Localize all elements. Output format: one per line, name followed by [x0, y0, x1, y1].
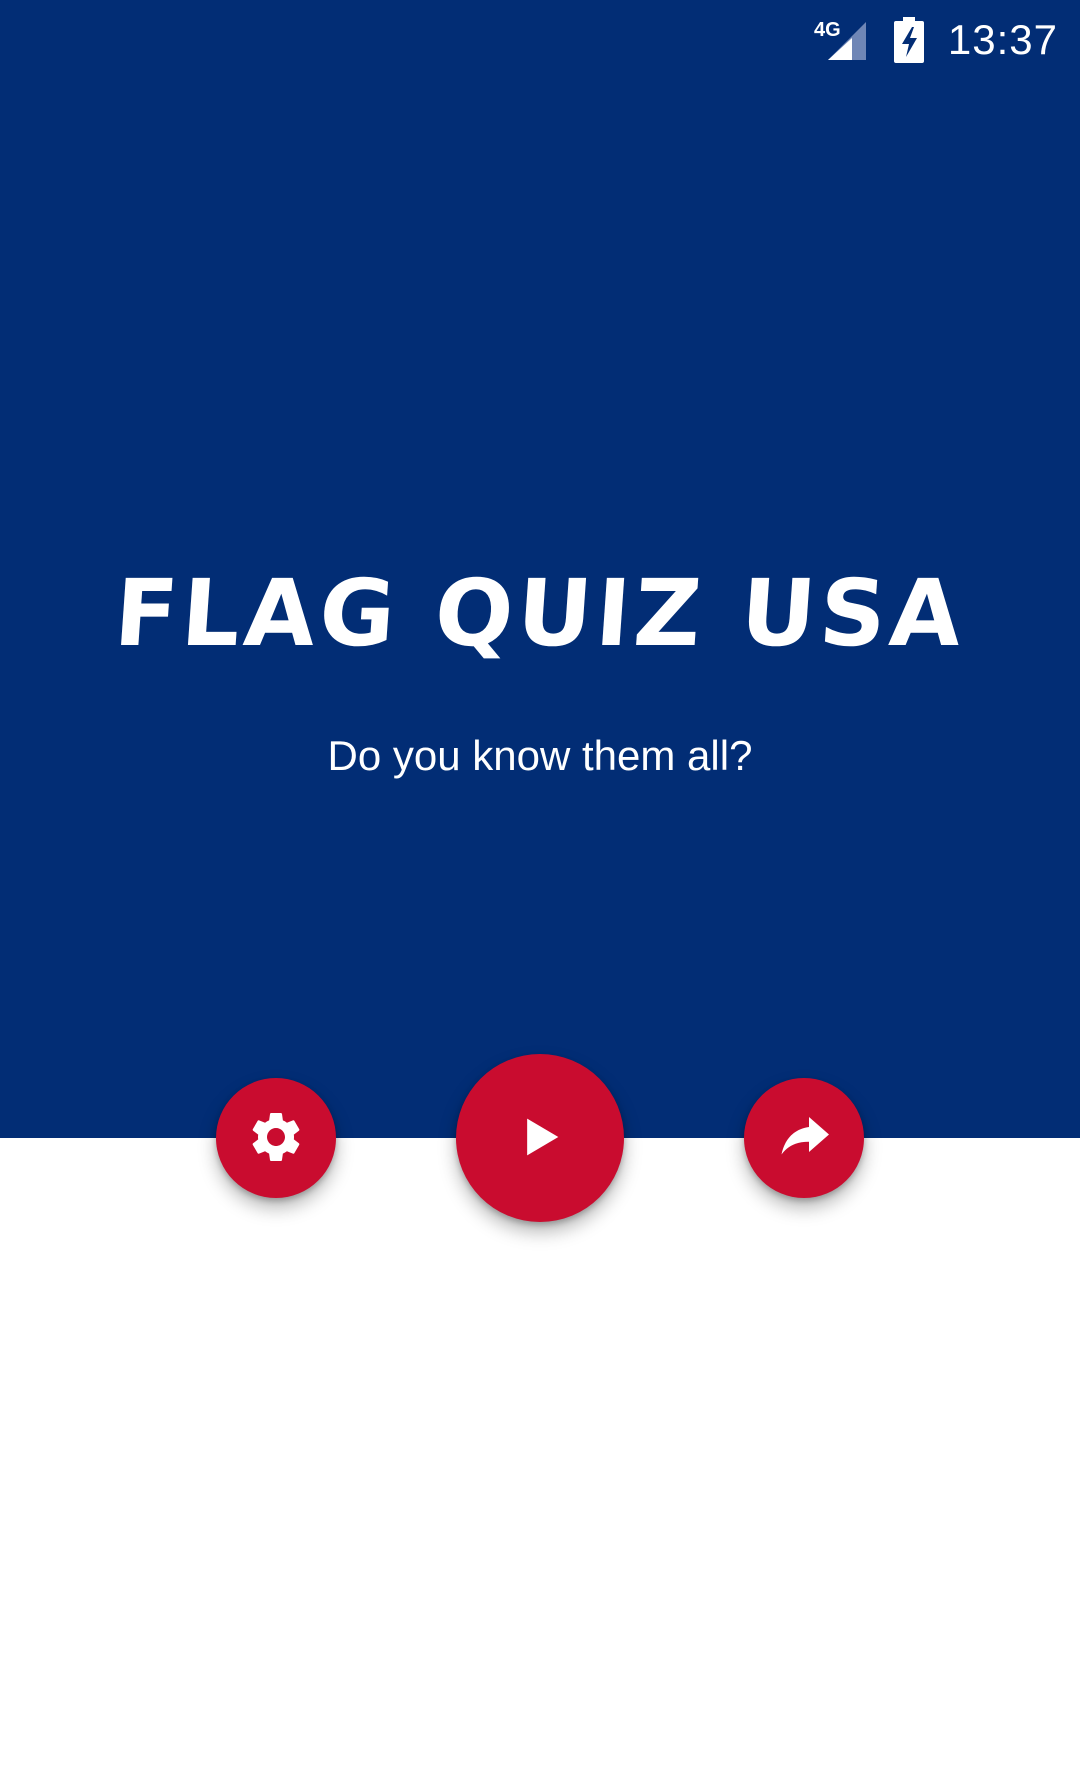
signal-4g-icon: 4G: [814, 16, 870, 64]
battery-charging-icon: [892, 17, 926, 63]
app-subtitle: Do you know them all?: [327, 732, 753, 779]
share-icon: [774, 1107, 834, 1170]
play-icon: [518, 1115, 562, 1162]
header-panel: 4G 13:37 FLAG QUIZ USA Do you know them …: [0, 0, 1080, 1138]
status-time: 13:37: [947, 16, 1058, 63]
play-button[interactable]: [456, 1054, 624, 1222]
status-bar: 4G 13:37: [0, 0, 1080, 80]
share-button[interactable]: [744, 1078, 864, 1198]
settings-button[interactable]: [216, 1078, 336, 1198]
network-type-label: 4G: [814, 19, 841, 41]
app-title: FLAG QUIZ USA: [111, 560, 969, 667]
gear-icon: [246, 1107, 306, 1170]
status-icons: 4G 13:37: [814, 10, 1058, 70]
